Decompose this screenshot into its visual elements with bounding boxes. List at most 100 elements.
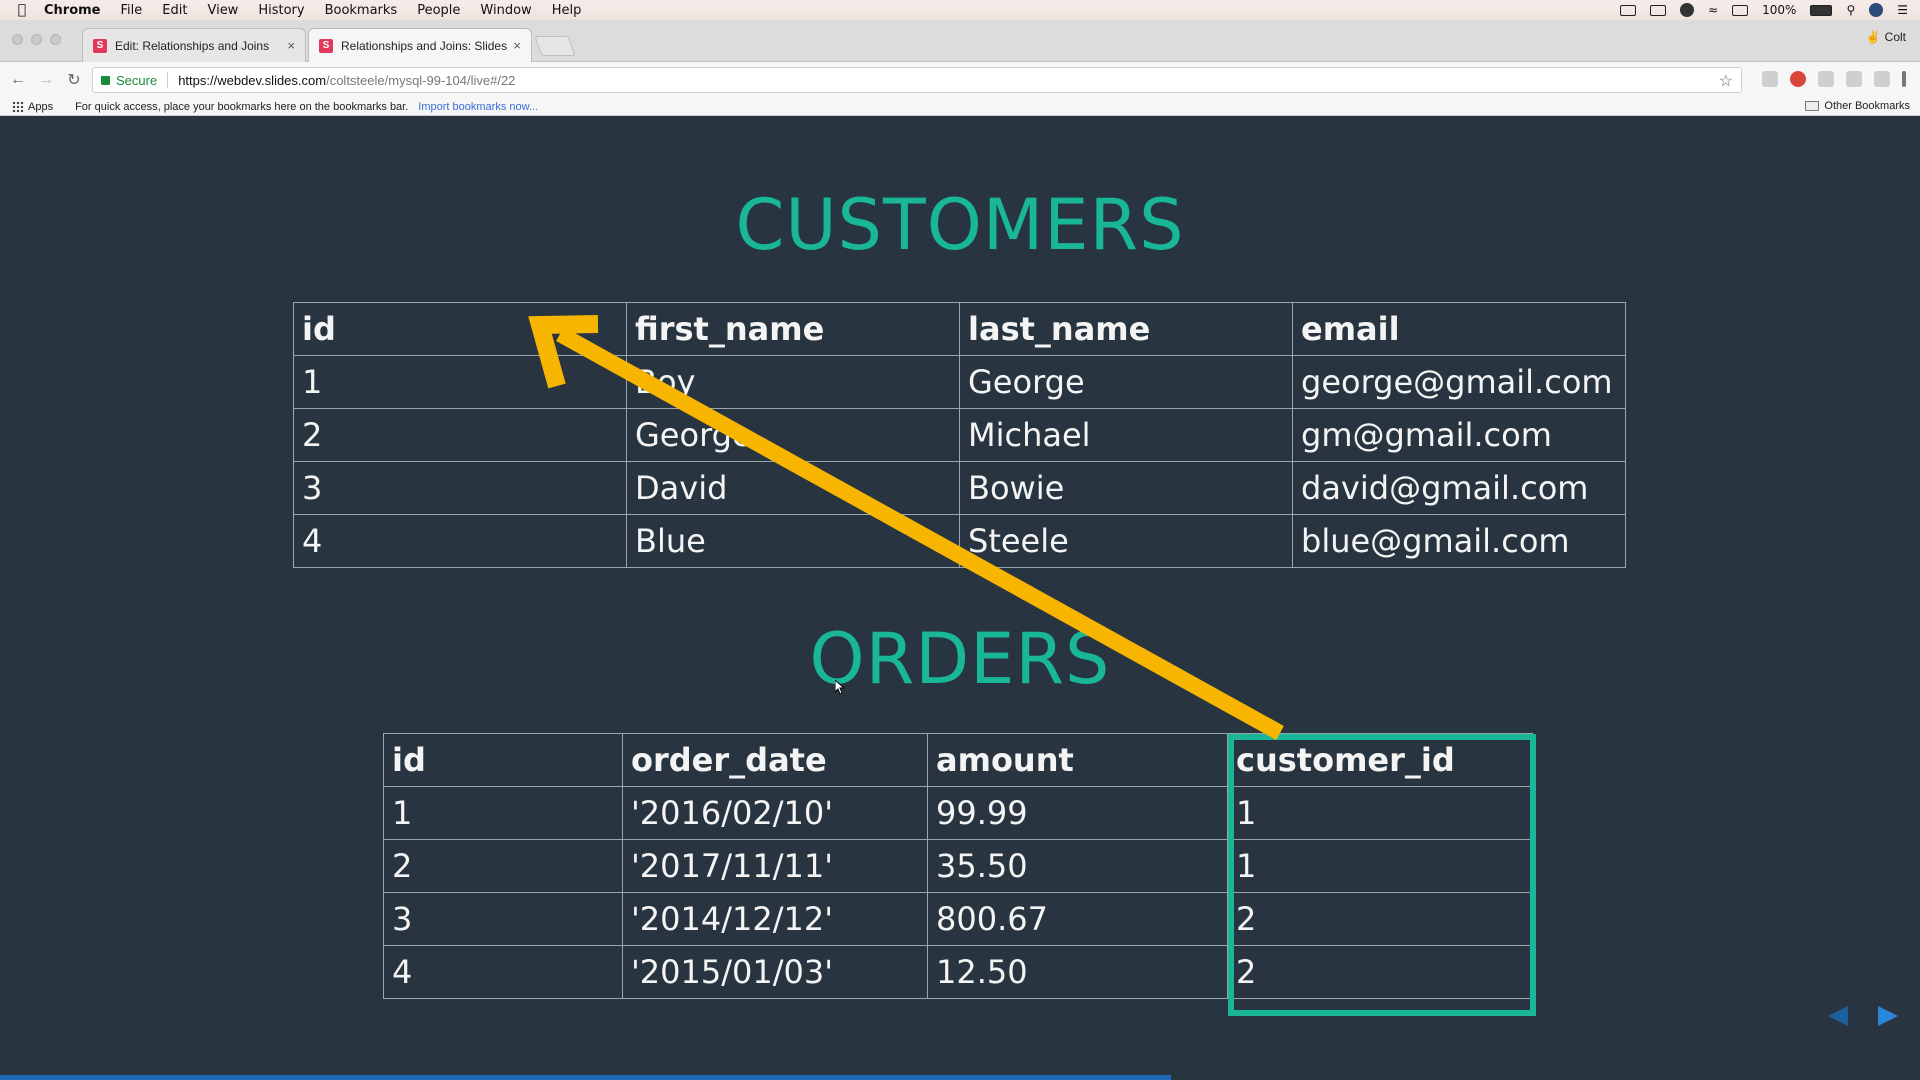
table-cell: '2017/11/11' bbox=[622, 839, 928, 893]
table-cell: 35.50 bbox=[927, 839, 1228, 893]
table-cell: 99.99 bbox=[927, 786, 1228, 840]
table-cell: 2 bbox=[383, 839, 623, 893]
table-cell: 1 bbox=[383, 786, 623, 840]
adblock-extension-icon[interactable] bbox=[1790, 71, 1806, 87]
profile-button[interactable]: ✌ Colt bbox=[1866, 30, 1906, 44]
table-cell: george@gmail.com bbox=[1292, 355, 1626, 409]
table-cell: 1 bbox=[1227, 839, 1533, 893]
column-header: last_name bbox=[959, 302, 1293, 356]
siri-icon[interactable] bbox=[1869, 3, 1884, 17]
url-host: https://webdev.slides.com bbox=[178, 72, 327, 88]
table-header-row: id first_name last_name email bbox=[293, 302, 1626, 356]
glasses-icon[interactable] bbox=[1650, 4, 1667, 16]
close-window-button[interactable] bbox=[12, 34, 23, 45]
tab-relationships-slides[interactable]: S Relationships and Joins: Slides × bbox=[308, 28, 532, 62]
zoom-window-button[interactable] bbox=[50, 34, 61, 45]
notification-center-icon[interactable]: ☰ bbox=[1897, 3, 1908, 17]
new-tab-button[interactable] bbox=[534, 36, 576, 56]
menu-chrome[interactable]: Chrome bbox=[44, 3, 101, 18]
table-cell: '2014/12/12' bbox=[622, 892, 928, 946]
column-header: email bbox=[1292, 302, 1626, 356]
grid-extension-icon[interactable] bbox=[1846, 71, 1862, 87]
table-row: 3 David Bowie david@gmail.com bbox=[293, 461, 1626, 515]
spotlight-search-icon[interactable]: ⚲ bbox=[1846, 3, 1855, 17]
customers-title: CUSTOMERS bbox=[735, 184, 1185, 266]
apple-icon[interactable]:  bbox=[0, 2, 44, 18]
menu-edit[interactable]: Edit bbox=[162, 3, 187, 18]
table-cell: david@gmail.com bbox=[1292, 461, 1626, 515]
table-cell: '2016/02/10' bbox=[622, 786, 928, 840]
slide-content: CUSTOMERS id first_name last_name email … bbox=[0, 116, 1920, 1080]
window-controls bbox=[12, 34, 61, 45]
table-cell: 4 bbox=[383, 945, 623, 999]
table-row: 1 '2016/02/10' 99.99 1 bbox=[383, 786, 1533, 840]
table-row: 2 George Michael gm@gmail.com bbox=[293, 408, 1626, 462]
battery-icon[interactable] bbox=[1810, 4, 1833, 16]
apps-shortcut[interactable]: Apps bbox=[28, 101, 53, 113]
bookmark-star-icon[interactable]: ☆ bbox=[1719, 71, 1733, 91]
url-divider bbox=[167, 72, 169, 88]
menu-window[interactable]: Window bbox=[480, 3, 531, 18]
other-bookmarks[interactable]: Other Bookmarks bbox=[1805, 100, 1910, 112]
lock-icon bbox=[101, 75, 110, 85]
previous-slide-icon[interactable] bbox=[1828, 1006, 1848, 1026]
extension-icons bbox=[1762, 71, 1906, 87]
table-cell: Boy bbox=[626, 355, 960, 409]
table-cell: Steele bbox=[959, 514, 1293, 568]
column-header: amount bbox=[927, 733, 1228, 787]
column-header: id bbox=[383, 733, 623, 787]
forward-arrow-icon[interactable]: → bbox=[32, 71, 60, 89]
window-extension-icon[interactable] bbox=[1874, 71, 1890, 87]
status-icons: ≈ 100% ⚲ ☰ bbox=[1620, 0, 1908, 20]
mac-menu-bar:  Chrome File Edit View History Bookmark… bbox=[0, 0, 1920, 20]
address-bar[interactable]: Secure https://webdev.slides.com/coltste… bbox=[92, 67, 1742, 93]
menu-help[interactable]: Help bbox=[552, 3, 582, 18]
bookmarks-bar: Apps For quick access, place your bookma… bbox=[0, 98, 1920, 116]
table-row: 4 '2015/01/03' 12.50 2 bbox=[383, 945, 1533, 999]
apps-grid-icon[interactable] bbox=[12, 100, 24, 113]
table-cell: 1 bbox=[293, 355, 627, 409]
menu-history[interactable]: History bbox=[258, 3, 304, 18]
table-cell: George bbox=[626, 408, 960, 462]
orders-title: ORDERS bbox=[809, 618, 1111, 700]
table-cell: Blue bbox=[626, 514, 960, 568]
column-header: first_name bbox=[626, 302, 960, 356]
tab-close-icon[interactable]: × bbox=[287, 38, 295, 53]
screen-record-icon[interactable] bbox=[1620, 4, 1637, 16]
table-cell: 2 bbox=[293, 408, 627, 462]
table-cell: 4 bbox=[293, 514, 627, 568]
chrome-menu-icon[interactable] bbox=[1902, 71, 1906, 87]
creative-cloud-icon[interactable] bbox=[1680, 3, 1695, 17]
column-header: order_date bbox=[622, 733, 928, 787]
wifi-icon[interactable]: ≈ bbox=[1708, 3, 1718, 17]
menu-view[interactable]: View bbox=[207, 3, 238, 18]
menu-bookmarks[interactable]: Bookmarks bbox=[325, 3, 398, 18]
table-row: 2 '2017/11/11' 35.50 1 bbox=[383, 839, 1533, 893]
menu-file[interactable]: File bbox=[121, 3, 143, 18]
minimize-window-button[interactable] bbox=[31, 34, 42, 45]
table-cell: 2 bbox=[1227, 945, 1533, 999]
table-cell: 3 bbox=[383, 892, 623, 946]
profile-name: Colt bbox=[1884, 30, 1906, 44]
tab-edit-relationships[interactable]: S Edit: Relationships and Joins × bbox=[82, 28, 306, 62]
shield-extension-icon[interactable] bbox=[1762, 71, 1778, 87]
feather-extension-icon[interactable] bbox=[1818, 71, 1834, 87]
customers-table: id first_name last_name email 1 Boy Geor… bbox=[293, 302, 1626, 568]
airplay-icon[interactable] bbox=[1732, 4, 1749, 16]
table-cell: George bbox=[959, 355, 1293, 409]
table-row: 1 Boy George george@gmail.com bbox=[293, 355, 1626, 409]
orders-table: id order_date amount customer_id 1 '2016… bbox=[383, 733, 1533, 999]
battery-percent: 100% bbox=[1762, 3, 1797, 17]
slide-navigation bbox=[1828, 1006, 1898, 1026]
tab-close-icon[interactable]: × bbox=[513, 38, 521, 53]
table-row: 3 '2014/12/12' 800.67 2 bbox=[383, 892, 1533, 946]
next-slide-icon[interactable] bbox=[1878, 1006, 1898, 1026]
url-path: /coltsteele/mysql-99-104/live#/22 bbox=[326, 72, 516, 88]
back-arrow-icon[interactable]: ← bbox=[4, 71, 32, 89]
menu-people[interactable]: People bbox=[417, 3, 460, 18]
reload-icon[interactable]: ↻ bbox=[60, 70, 88, 90]
tab-title: Edit: Relationships and Joins bbox=[115, 38, 270, 53]
table-row: 4 Blue Steele blue@gmail.com bbox=[293, 514, 1626, 568]
slides-favicon-icon: S bbox=[93, 38, 107, 53]
import-bookmarks-link[interactable]: Import bookmarks now... bbox=[418, 101, 538, 113]
